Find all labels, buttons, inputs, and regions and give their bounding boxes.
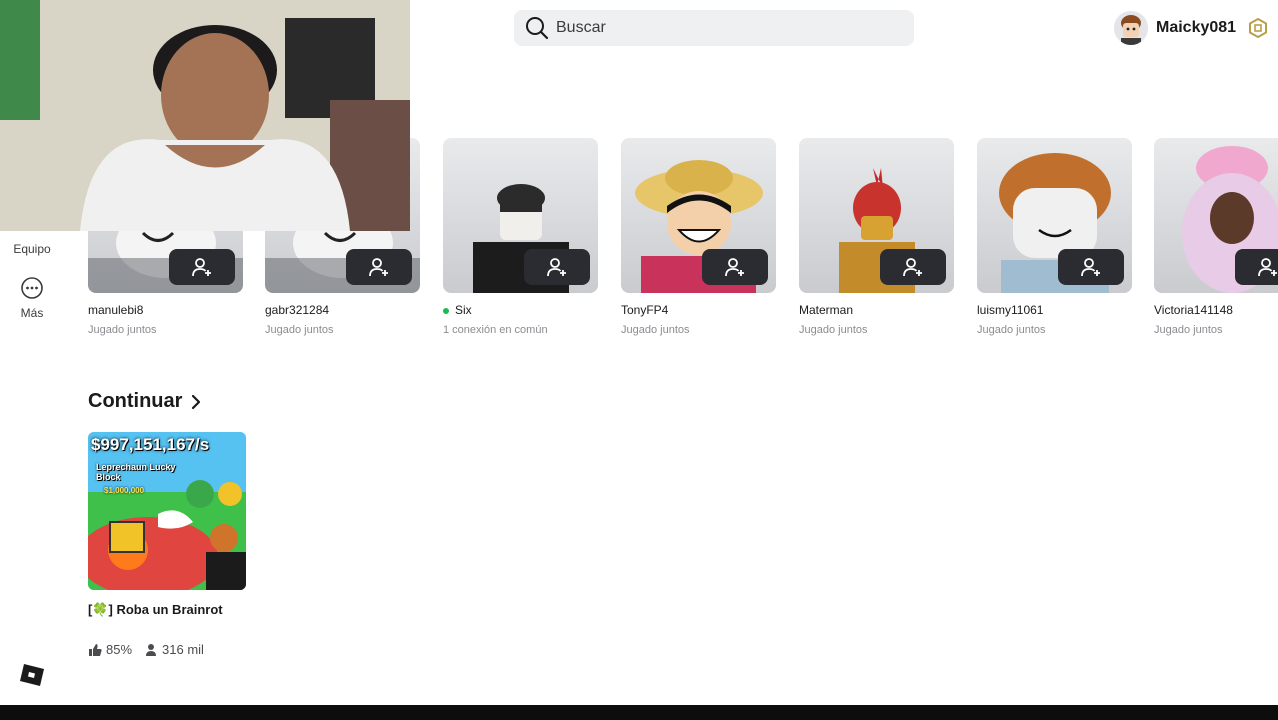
friend-status: Jugado juntos [1154,324,1223,336]
more-icon [21,277,43,299]
friend-status: Jugado juntos [88,324,157,336]
friend-status: Jugado juntos [621,324,690,336]
username[interactable]: Maicky081 [1156,19,1236,37]
thumbnail-subtext: Leprechaun Lucky Block [96,462,176,482]
friend-name[interactable]: Six [443,303,598,317]
user-profile[interactable]: Maicky081 [1114,10,1268,46]
friend-name[interactable]: Materman [799,303,954,317]
friend-avatar[interactable] [443,138,598,293]
add-friend-icon [192,258,211,277]
online-status-icon [443,307,449,314]
add-friend-button[interactable] [346,249,412,285]
thumbs-up-icon [89,643,102,656]
friend-card[interactable]: Victoria141148 Jugado juntos [1154,138,1278,336]
bottom-bar [0,705,1278,720]
search-placeholder: Buscar [556,19,606,36]
thumbnail-badge: $1,000,000 [104,486,145,495]
webcam-overlay [0,0,410,231]
friend-card[interactable]: Six 1 conexión en común [443,138,598,336]
game-stats: 85% 316 mil [88,642,246,657]
add-friend-button[interactable] [880,249,946,285]
add-friend-button[interactable] [169,249,235,285]
game-title[interactable]: [🍀] Roba un Brainrot [88,602,246,618]
friend-name[interactable]: gabr321284 [265,303,420,317]
add-friend-button[interactable] [524,249,590,285]
friend-status: Jugado juntos [977,324,1046,336]
roblox-logo-icon[interactable] [20,664,44,686]
thumbnail-income-text: $997,151,167/s [91,435,210,454]
friend-card[interactable]: Materman Jugado juntos [799,138,954,336]
chevron-right-icon [192,394,201,409]
friend-avatar[interactable] [621,138,776,293]
continue-section-header[interactable]: Continuar [88,390,202,413]
sidebar-item-more[interactable]: Más [0,276,64,320]
players-value: 316 mil [162,642,204,657]
rating-stat: 85% [88,642,132,657]
sidebar-item-team[interactable]: Equipo [0,242,64,256]
avatar[interactable] [1114,11,1148,45]
friend-name[interactable]: manulebi8 [88,303,243,317]
game-card[interactable]: $997,151,167/s Leprechaun Lucky Block $1… [88,432,246,657]
friend-status: 1 conexión en común [443,324,548,336]
add-friend-icon [1081,258,1100,277]
friend-status: Jugado juntos [265,324,334,336]
sidebar-item-label: Equipo [13,242,51,256]
game-thumbnail[interactable]: $997,151,167/s Leprechaun Lucky Block $1… [88,432,246,590]
add-friend-button[interactable] [1058,249,1124,285]
add-friend-button[interactable] [1235,249,1278,285]
robux-icon[interactable] [1248,18,1268,38]
add-friend-icon [725,258,744,277]
add-friend-icon [1258,258,1277,277]
add-friend-icon [369,258,388,277]
friend-avatar[interactable] [1154,138,1278,293]
search-input[interactable]: Buscar [514,10,914,46]
friend-name[interactable]: Victoria141148 [1154,303,1278,317]
add-friend-button[interactable] [702,249,768,285]
rating-value: 85% [106,642,133,657]
friend-status: Jugado juntos [799,324,868,336]
friend-card[interactable]: luismy11061 Jugado juntos [977,138,1132,336]
friend-name-text: Six [455,303,472,317]
friend-avatar[interactable] [799,138,954,293]
search-icon [526,17,549,40]
sidebar-item-label: Más [20,306,44,320]
section-title: Continuar [88,390,183,412]
players-stat: 316 mil [144,642,204,657]
friend-card[interactable]: TonyFP4 Jugado juntos [621,138,776,336]
friend-name[interactable]: luismy11061 [977,303,1132,317]
add-friend-icon [903,258,922,277]
players-icon [146,643,157,656]
friend-name[interactable]: TonyFP4 [621,303,776,317]
friend-avatar[interactable] [977,138,1132,293]
add-friend-icon [547,258,566,277]
